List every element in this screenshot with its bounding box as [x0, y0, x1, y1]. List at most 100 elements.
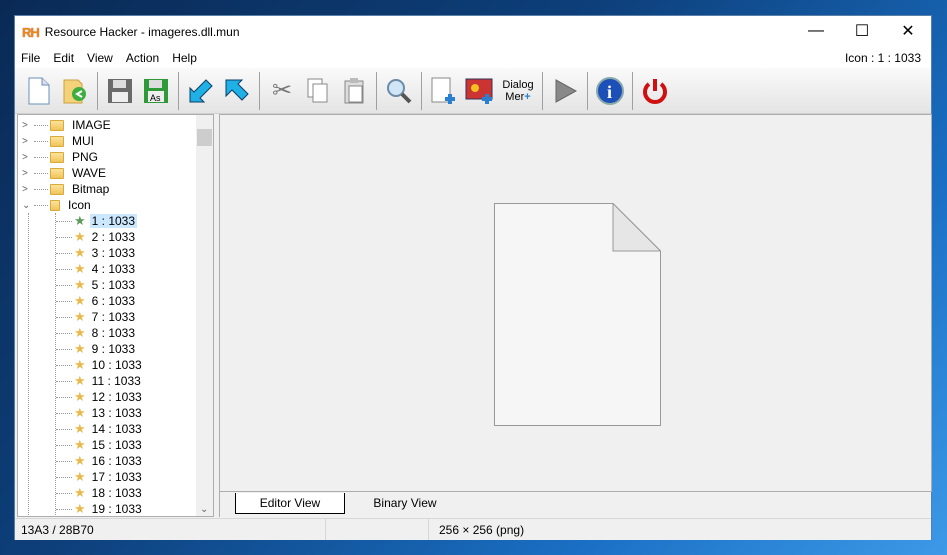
save-button[interactable] — [102, 73, 138, 109]
folder-label: MUI — [72, 134, 94, 148]
folder-icon — [50, 151, 64, 163]
item-label: 15 : 1033 — [91, 438, 142, 452]
tree-folder[interactable]: > WAVE — [22, 165, 108, 181]
tree-folder-icon-group[interactable]: ⌄ Icon — [22, 197, 93, 213]
tree-item[interactable]: ★ 4 : 1033 — [56, 261, 137, 277]
add-blank-resource-button[interactable] — [426, 73, 462, 109]
import-resource-button[interactable] — [183, 73, 219, 109]
tree-item[interactable]: ★ 6 : 1033 — [56, 293, 137, 309]
dialog-menu-button[interactable]: Dialog Mer+ — [498, 73, 538, 109]
status-offset: 13A3 / 28B70 — [15, 519, 326, 540]
star-icon: ★ — [74, 453, 86, 468]
tree-item[interactable]: ★ 10 : 1033 — [56, 357, 144, 373]
add-image-resource-button[interactable] — [462, 73, 498, 109]
tree-item[interactable]: ★ 8 : 1033 — [56, 325, 137, 341]
tree-item[interactable]: ★ 19 : 1033 — [56, 501, 144, 516]
save-as-button[interactable]: As — [138, 73, 174, 109]
item-label: 1 : 1033 — [89, 214, 138, 228]
tree-item[interactable]: ★ 18 : 1033 — [56, 485, 144, 501]
resource-tree[interactable]: ⌄ > IMAGE > MUI > PNG > WAVE > Bitmap ⌄ Icon ★ 1 : 10… — [17, 114, 214, 517]
dialog-label: Dialog — [502, 78, 534, 91]
tree-item[interactable]: ★ 1 : 1033 — [56, 213, 138, 229]
cut-icon[interactable]: ✂ — [264, 73, 300, 109]
run-script-button[interactable] — [547, 73, 583, 109]
tree-item[interactable]: ★ 2 : 1033 — [56, 229, 137, 245]
item-label: 9 : 1033 — [91, 342, 136, 356]
tree-item[interactable]: ★ 13 : 1033 — [56, 405, 144, 421]
folder-label: IMAGE — [72, 118, 111, 132]
tree-folder[interactable]: > MUI — [22, 133, 96, 149]
item-label: 11 : 1033 — [91, 374, 141, 388]
menu-view[interactable]: View — [87, 51, 113, 65]
export-resource-button[interactable] — [219, 73, 255, 109]
tree-item[interactable]: ★ 12 : 1033 — [56, 389, 144, 405]
tree-item[interactable]: ★ 7 : 1033 — [56, 309, 137, 325]
scroll-down-arrow-icon[interactable]: ⌄ — [200, 504, 208, 515]
resource-hacker-window: RH Resource Hacker - imageres.dll.mun — … — [14, 15, 932, 540]
open-folder-icon — [50, 199, 60, 211]
paste-icon[interactable] — [336, 73, 372, 109]
app-logo-icon: RH — [22, 24, 40, 40]
star-icon: ★ — [74, 357, 86, 372]
tree-item[interactable]: ★ 9 : 1033 — [56, 341, 137, 357]
tree-item[interactable]: ★ 17 : 1033 — [56, 469, 144, 485]
minimize-button[interactable]: — — [793, 16, 839, 46]
folder-icon — [50, 135, 64, 147]
tree-item[interactable]: ★ 5 : 1033 — [56, 277, 137, 293]
tree-item[interactable]: ★ 15 : 1033 — [56, 437, 144, 453]
star-icon: ★ — [74, 373, 86, 388]
search-icon[interactable] — [381, 73, 417, 109]
menu-file[interactable]: File — [21, 51, 40, 65]
tree-scrollbar[interactable]: ⌄ — [196, 115, 213, 516]
blank-document-preview — [494, 203, 661, 426]
star-icon: ★ — [74, 309, 86, 324]
status-image-info: 256 × 256 (png) — [439, 522, 525, 537]
item-label: 14 : 1033 — [91, 422, 142, 436]
star-icon: ★ — [74, 229, 86, 244]
item-label: 19 : 1033 — [91, 502, 142, 516]
copy-icon[interactable] — [300, 73, 336, 109]
scrollbar-thumb[interactable] — [197, 129, 212, 146]
folder-label: Bitmap — [72, 182, 110, 196]
close-button[interactable]: ✕ — [885, 16, 931, 46]
item-label: 7 : 1033 — [91, 310, 136, 324]
collapse-chevron-icon[interactable]: ⌄ — [22, 200, 32, 211]
item-label: 18 : 1033 — [91, 486, 142, 500]
editor-view-pane — [219, 114, 932, 492]
tree-item[interactable]: ★ 16 : 1033 — [56, 453, 144, 469]
tree-item[interactable]: ★ 14 : 1033 — [56, 421, 144, 437]
menu-help[interactable]: Help — [172, 51, 197, 65]
menu-bar: File Edit View Action Help Icon : 1 : 10… — [15, 48, 931, 68]
status-middle — [326, 519, 429, 540]
expand-chevron-icon[interactable]: > — [22, 152, 32, 163]
tree-folder[interactable]: > Bitmap — [22, 181, 111, 197]
status-bar: 13A3 / 28B70 256 × 256 (png) — [15, 518, 931, 540]
expand-chevron-icon[interactable]: > — [22, 120, 32, 131]
folder-label: PNG — [72, 150, 99, 164]
info-icon[interactable]: i — [592, 73, 628, 109]
menu-edit[interactable]: Edit — [53, 51, 74, 65]
tab-binary-view[interactable]: Binary View — [360, 493, 450, 514]
power-exit-icon[interactable] — [637, 73, 673, 109]
star-icon: ★ — [74, 405, 86, 420]
tree-item[interactable]: ★ 11 : 1033 — [56, 373, 143, 389]
star-icon: ★ — [74, 277, 86, 292]
expand-chevron-icon[interactable]: > — [22, 168, 32, 179]
menu-action[interactable]: Action — [126, 51, 159, 65]
item-label: 13 : 1033 — [91, 406, 142, 420]
current-resource-label: Icon : 1 : 1033 — [844, 51, 921, 65]
maximize-button[interactable]: ☐ — [839, 16, 885, 46]
tree-folder[interactable]: > IMAGE — [22, 117, 113, 133]
item-label: 5 : 1033 — [91, 278, 136, 292]
tree-folder[interactable]: > PNG — [22, 149, 100, 165]
expand-chevron-icon[interactable]: > — [22, 184, 32, 195]
new-file-button[interactable] — [21, 73, 57, 109]
tree-item[interactable]: ★ 3 : 1033 — [56, 245, 137, 261]
tab-editor-view[interactable]: Editor View — [235, 493, 345, 514]
expand-chevron-icon[interactable]: > — [22, 136, 32, 147]
title-bar: RH Resource Hacker - imageres.dll.mun — … — [15, 16, 931, 48]
folder-icon — [50, 119, 64, 131]
star-icon: ★ — [74, 293, 86, 308]
open-file-button[interactable] — [57, 73, 93, 109]
star-icon: ★ — [74, 213, 86, 228]
